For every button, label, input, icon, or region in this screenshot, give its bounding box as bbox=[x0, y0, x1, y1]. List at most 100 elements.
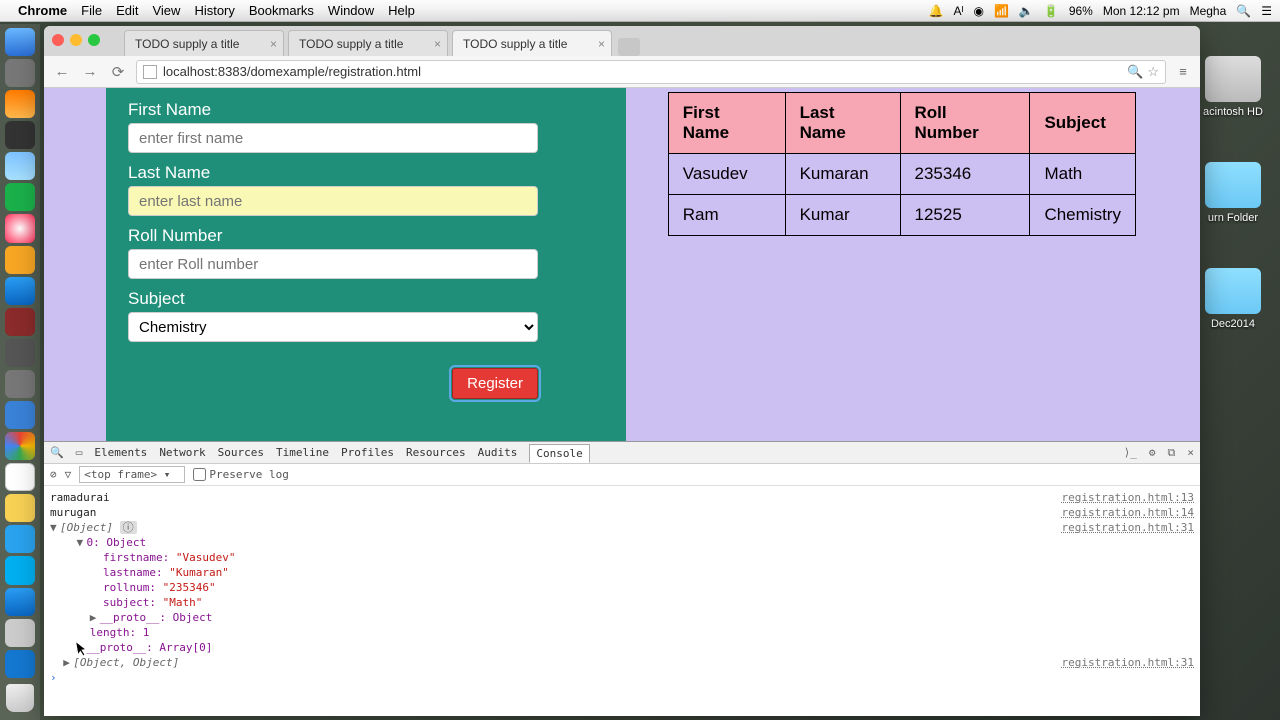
menu-view[interactable]: View bbox=[152, 3, 180, 18]
forward-button[interactable]: → bbox=[80, 63, 100, 80]
menu-window[interactable]: Window bbox=[328, 3, 374, 18]
dock-appstore[interactable] bbox=[5, 277, 35, 305]
lastname-input[interactable] bbox=[128, 186, 538, 216]
cell: Kumaran bbox=[785, 154, 900, 195]
th-lastname: Last Name bbox=[785, 93, 900, 154]
devtools-tab-resources[interactable]: Resources bbox=[406, 446, 466, 459]
dock-app[interactable] bbox=[5, 121, 35, 149]
zoom-icon[interactable]: 🔍 bbox=[1127, 64, 1143, 80]
console-source-link[interactable]: registration.html:14 bbox=[1062, 505, 1194, 520]
dock-app[interactable] bbox=[5, 619, 35, 647]
app-name[interactable]: Chrome bbox=[18, 3, 67, 18]
clear-console-icon[interactable]: ⊘ bbox=[50, 468, 57, 481]
menu-help[interactable]: Help bbox=[388, 3, 415, 18]
filter-icon[interactable]: ▽ bbox=[65, 468, 72, 481]
devtools-close-icon[interactable]: × bbox=[1187, 446, 1194, 459]
dock-app[interactable] bbox=[5, 90, 35, 118]
devtools-tab-network[interactable]: Network bbox=[159, 446, 205, 459]
menu-bookmarks[interactable]: Bookmarks bbox=[249, 3, 314, 18]
console-object[interactable]: [Object] bbox=[60, 521, 113, 534]
page-content: First Name Last Name Roll Number Subject… bbox=[44, 88, 1200, 716]
cell: Ram bbox=[668, 195, 785, 236]
devtools-tab-audits[interactable]: Audits bbox=[478, 446, 518, 459]
close-tab-icon[interactable]: × bbox=[434, 37, 441, 51]
spotlight-icon[interactable]: 🔍 bbox=[1236, 4, 1251, 18]
status-volume-icon[interactable]: 🔈 bbox=[1019, 4, 1034, 18]
preserve-log-checkbox[interactable]: Preserve log bbox=[193, 468, 288, 481]
close-window[interactable] bbox=[52, 34, 64, 46]
register-button[interactable]: Register bbox=[452, 368, 538, 399]
close-tab-icon[interactable]: × bbox=[598, 37, 605, 51]
menu-edit[interactable]: Edit bbox=[116, 3, 138, 18]
close-tab-icon[interactable]: × bbox=[270, 37, 277, 51]
console-source-link[interactable]: registration.html:31 bbox=[1062, 655, 1194, 670]
console-prop[interactable]: 0: Object bbox=[87, 536, 147, 549]
devtools-dock-icon[interactable]: ⧉ bbox=[1168, 446, 1176, 460]
dock-settings[interactable] bbox=[5, 370, 35, 398]
devtools-tab-profiles[interactable]: Profiles bbox=[341, 446, 394, 459]
dock-app[interactable] bbox=[5, 650, 35, 678]
dock-trash[interactable] bbox=[6, 684, 34, 712]
dock-app[interactable] bbox=[5, 463, 35, 491]
chrome-menu-icon[interactable]: ≡ bbox=[1174, 64, 1192, 79]
dock-app[interactable] bbox=[5, 339, 35, 367]
devtools-tab-timeline[interactable]: Timeline bbox=[276, 446, 329, 459]
dock-app[interactable] bbox=[5, 401, 35, 429]
zoom-window[interactable] bbox=[88, 34, 100, 46]
devtools-device-icon[interactable]: ▭ bbox=[76, 446, 83, 459]
menu-history[interactable]: History bbox=[194, 3, 234, 18]
dock-app[interactable] bbox=[5, 308, 35, 336]
console-object[interactable]: [Object, Object] bbox=[73, 656, 179, 669]
dock-itunes[interactable] bbox=[5, 214, 35, 242]
tab-title: TODO supply a title bbox=[463, 37, 567, 51]
dock-app[interactable] bbox=[5, 494, 35, 522]
dock-app[interactable] bbox=[5, 59, 35, 87]
console-source-link[interactable]: registration.html:31 bbox=[1062, 520, 1194, 535]
dock-finder[interactable] bbox=[5, 28, 35, 56]
console-output[interactable]: ramadurairegistration.html:13 muruganreg… bbox=[44, 486, 1200, 716]
rollnumber-input[interactable] bbox=[128, 249, 538, 279]
bookmark-icon[interactable]: ☆ bbox=[1147, 64, 1159, 80]
status-clock[interactable]: Mon 12:12 pm bbox=[1103, 4, 1180, 18]
devtools-drawer-icon[interactable]: ⟩_ bbox=[1124, 446, 1137, 459]
dock-preview[interactable] bbox=[5, 152, 35, 180]
cell: Chemistry bbox=[1030, 195, 1136, 236]
subject-select[interactable]: Chemistry bbox=[128, 312, 538, 342]
status-adobe-icon[interactable]: Aᴵ bbox=[953, 4, 963, 18]
firstname-input[interactable] bbox=[128, 123, 538, 153]
dock-ibooks[interactable] bbox=[5, 246, 35, 274]
back-button[interactable]: ← bbox=[52, 63, 72, 80]
dock-chrome[interactable] bbox=[5, 432, 35, 460]
status-notify-icon[interactable]: 🔔 bbox=[929, 4, 944, 18]
status-battery-icon[interactable]: 🔋 bbox=[1044, 4, 1059, 18]
browser-toolbar: ← → ⟳ localhost:8383/domexample/registra… bbox=[44, 56, 1200, 88]
notification-center-icon[interactable]: ☰ bbox=[1261, 4, 1272, 18]
browser-tab[interactable]: TODO supply a title× bbox=[288, 30, 448, 56]
devtools-settings-icon[interactable]: ⚙ bbox=[1149, 446, 1156, 459]
minimize-window[interactable] bbox=[70, 34, 82, 46]
desktop-burn-folder[interactable]: urn Folder bbox=[1198, 162, 1268, 224]
devtools-search-icon[interactable]: 🔍 bbox=[50, 446, 64, 459]
devtools-tab-console[interactable]: Console bbox=[529, 444, 589, 463]
status-wifi-icon[interactable]: 📶 bbox=[994, 4, 1009, 18]
frame-selector[interactable]: <top frame> ▾ bbox=[79, 466, 185, 483]
dock-safari[interactable] bbox=[5, 588, 35, 616]
reload-button[interactable]: ⟳ bbox=[108, 63, 128, 81]
browser-tab-active[interactable]: TODO supply a title × bbox=[452, 30, 612, 56]
status-user[interactable]: Megha bbox=[1190, 4, 1227, 18]
desktop-hd[interactable]: acintosh HD bbox=[1198, 56, 1268, 118]
devtools-tab-elements[interactable]: Elements bbox=[94, 446, 147, 459]
dock-messages[interactable] bbox=[5, 525, 35, 553]
address-bar[interactable]: localhost:8383/domexample/registration.h… bbox=[136, 60, 1166, 84]
table-row: Ram Kumar 12525 Chemistry bbox=[668, 195, 1135, 236]
url-text: localhost:8383/domexample/registration.h… bbox=[163, 64, 421, 79]
menu-file[interactable]: File bbox=[81, 3, 102, 18]
dock-skype[interactable] bbox=[5, 556, 35, 584]
browser-tab[interactable]: TODO supply a title× bbox=[124, 30, 284, 56]
new-tab-button[interactable] bbox=[618, 38, 640, 56]
console-source-link[interactable]: registration.html:13 bbox=[1062, 490, 1194, 505]
desktop-dec2014[interactable]: Dec2014 bbox=[1198, 268, 1268, 330]
dock-app[interactable] bbox=[5, 183, 35, 211]
devtools-tab-sources[interactable]: Sources bbox=[218, 446, 264, 459]
status-record-icon[interactable]: ◉ bbox=[973, 4, 983, 18]
